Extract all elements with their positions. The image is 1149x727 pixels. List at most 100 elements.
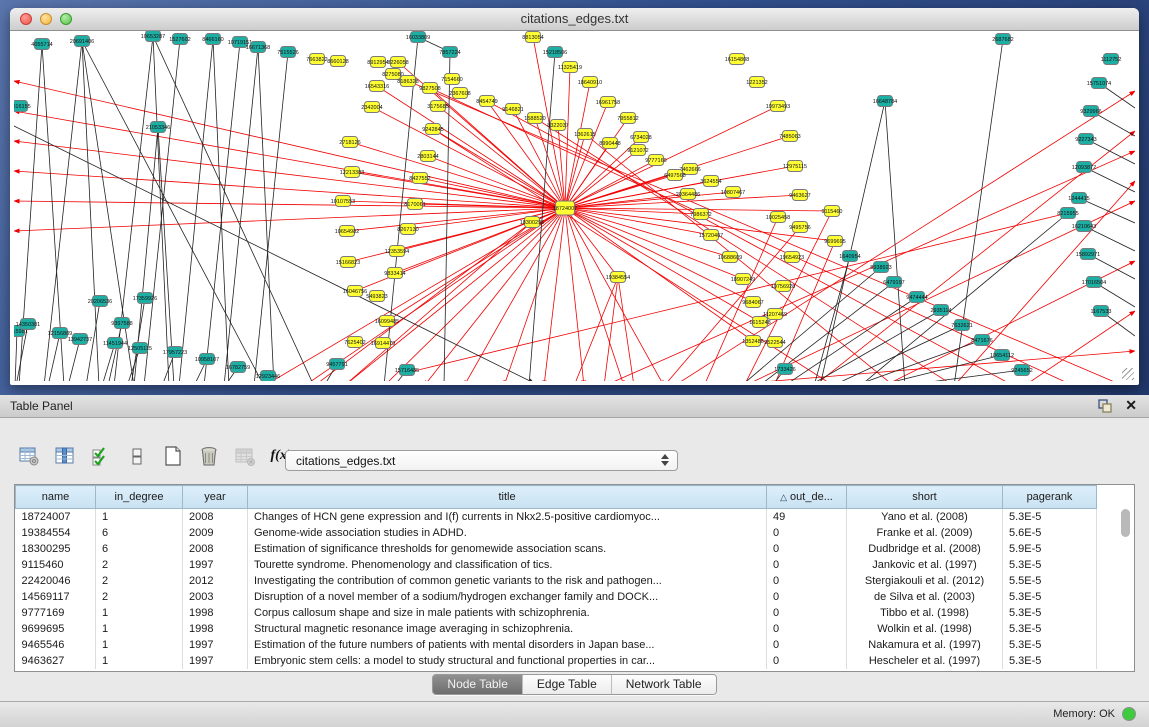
column-header[interactable]: name [16,486,96,509]
graph-node[interactable]: 2718126 [339,137,360,148]
row-check-icon[interactable] [90,445,112,467]
graph-node[interactable]: 8427552 [409,173,430,184]
table-row[interactable]: 1872400712008Changes of HCN gene express… [16,509,1097,526]
resize-grip[interactable] [1122,368,1134,380]
graph-node[interactable]: 8226058 [387,57,408,68]
graph-node[interactable]: 2935114 [930,305,951,316]
tab-network-table[interactable]: Network Table [612,675,716,694]
graph-node[interactable]: 6497568 [664,170,685,181]
graph-node[interactable]: 18640910 [578,77,602,88]
graph-node[interactable]: 11207469 [763,309,787,320]
graph-node[interactable]: 1527602 [169,34,190,45]
graph-node[interactable]: 11451944 [103,338,127,349]
graph-node[interactable]: 8186328 [397,76,418,87]
graph-node[interactable]: 10654982 [335,226,359,237]
graph-node[interactable]: 8471676 [971,335,992,346]
graph-node[interactable]: 2016155 [14,101,31,112]
graph-node[interactable]: 16210643 [1072,221,1096,232]
graph-node[interactable]: 8912954 [367,57,388,68]
column-header[interactable]: pagerank [1003,486,1097,509]
graph-node[interactable]: 9699695 [824,236,845,247]
table-row[interactable]: 2242004622012Investigating the contribut… [16,573,1097,589]
graph-node[interactable]: 10654112 [990,350,1014,361]
graph-node[interactable]: 16648784 [873,96,897,107]
graph-node[interactable]: 9245652 [1011,365,1032,376]
column-header[interactable]: title [248,486,767,509]
graph-node[interactable]: 2522544 [764,337,785,348]
graph-node[interactable]: 9227343 [1075,134,1096,145]
graph-node[interactable]: 16914479 [371,338,395,349]
graph-node[interactable]: 17016504 [1082,277,1106,288]
graph-node[interactable]: 8938923 [870,262,891,273]
node-table[interactable]: namein_degreeyeartitle△out_de...shortpag… [15,485,1097,669]
graph-node[interactable]: 8813054 [522,32,543,43]
graph-node[interactable]: 7955812 [617,113,638,124]
graph-node[interactable]: 9457791 [326,359,347,370]
graph-node[interactable]: 7625402 [344,337,365,348]
graph-node[interactable]: 12213383 [340,167,364,178]
graph-node[interactable]: 9463627 [789,190,810,201]
graph-node[interactable]: 12093872 [1072,162,1096,173]
graph-node[interactable]: 10025458 [766,212,790,223]
graph-node[interactable]: 3175685 [427,101,448,112]
table-selector-dropdown[interactable]: citations_edges.txt [285,450,678,471]
graph-node[interactable]: 1588520 [524,113,545,124]
graph-node[interactable]: 7986372 [690,209,711,220]
graph-node[interactable]: 10807467 [721,187,745,198]
graph-node[interactable]: 9777169 [645,155,666,166]
graph-node[interactable]: 15166823 [336,257,360,268]
graph-node[interactable]: 5493823 [366,291,387,302]
graph-node[interactable]: 9833414 [384,268,405,279]
graph-node[interactable]: 8990448 [599,138,620,149]
table-row[interactable]: 1456911722003Disruption of a novel membe… [16,589,1097,605]
graph-node[interactable]: 9146821 [502,104,523,115]
graph-node[interactable]: 8466160 [202,34,223,45]
table-row[interactable]: 911546021997Tourette syndrome. Phenomeno… [16,557,1097,573]
network-canvas-svg[interactable]: 4055714206914061065328715276028466160107… [14,31,1135,381]
graph-node[interactable]: 4055714 [31,39,52,50]
table-row[interactable]: 946554611997Estimation of the future num… [16,637,1097,653]
graph-node[interactable]: 21053346 [146,122,170,133]
network-view[interactable]: 4055714206914061065328715276028466160107… [14,31,1135,381]
graph-node[interactable]: 8267130 [397,224,418,235]
graph-node[interactable]: 20364486 [676,189,700,200]
graph-node[interactable]: 16154808 [725,54,749,65]
graph-node[interactable]: 9827508 [419,83,440,94]
graph-node[interactable]: 15892971 [1076,249,1100,260]
graph-node[interactable]: 9242845 [422,124,443,135]
graph-node[interactable]: 2687682 [992,34,1013,45]
column-header[interactable]: year [183,486,248,509]
graph-node[interactable]: 7632621 [951,320,972,331]
graph-node[interactable]: 9495756 [789,222,810,233]
graph-node[interactable]: 8660128 [327,56,348,67]
table-settings-icon[interactable] [18,445,40,467]
graph-node[interactable]: 15716485 [395,365,419,376]
table-scrollbar-thumb[interactable] [1121,509,1130,537]
column-header[interactable]: short [847,486,1003,509]
split-view-icon[interactable] [126,445,148,467]
column-header[interactable]: △out_de... [767,486,847,509]
graph-node[interactable]: 19384554 [606,272,630,283]
graph-node[interactable]: 10653287 [141,31,165,42]
graph-node[interactable]: 7663822 [306,54,327,65]
graph-node[interactable]: 16543316 [365,81,389,92]
new-document-icon[interactable] [162,445,184,467]
graph-node[interactable]: 11325419 [558,62,582,73]
graph-node[interactable]: 1112752 [1101,54,1122,65]
graph-node[interactable]: 18724007 [553,201,577,215]
graph-node[interactable]: 1167533 [1090,306,1111,317]
graph-node[interactable]: 12353594 [385,246,409,257]
graph-node[interactable]: 10958107 [195,354,219,365]
graph-node[interactable]: 18907249 [731,274,755,285]
graph-node[interactable]: 1352486 [742,336,763,347]
delete-table-disabled-icon[interactable] [234,445,256,467]
graph-node[interactable]: 15218506 [543,47,567,58]
graph-node[interactable]: 12923446 [256,371,280,382]
column-select-icon[interactable] [54,445,76,467]
graph-node[interactable]: 8215955 [1057,208,1078,219]
graph-node[interactable]: 20206536 [88,296,112,307]
delete-trash-icon[interactable] [198,445,220,467]
graph-node[interactable]: 2367608 [449,88,470,99]
column-header[interactable]: in_degree [96,486,183,509]
graph-node[interactable]: 9397588 [111,318,132,329]
